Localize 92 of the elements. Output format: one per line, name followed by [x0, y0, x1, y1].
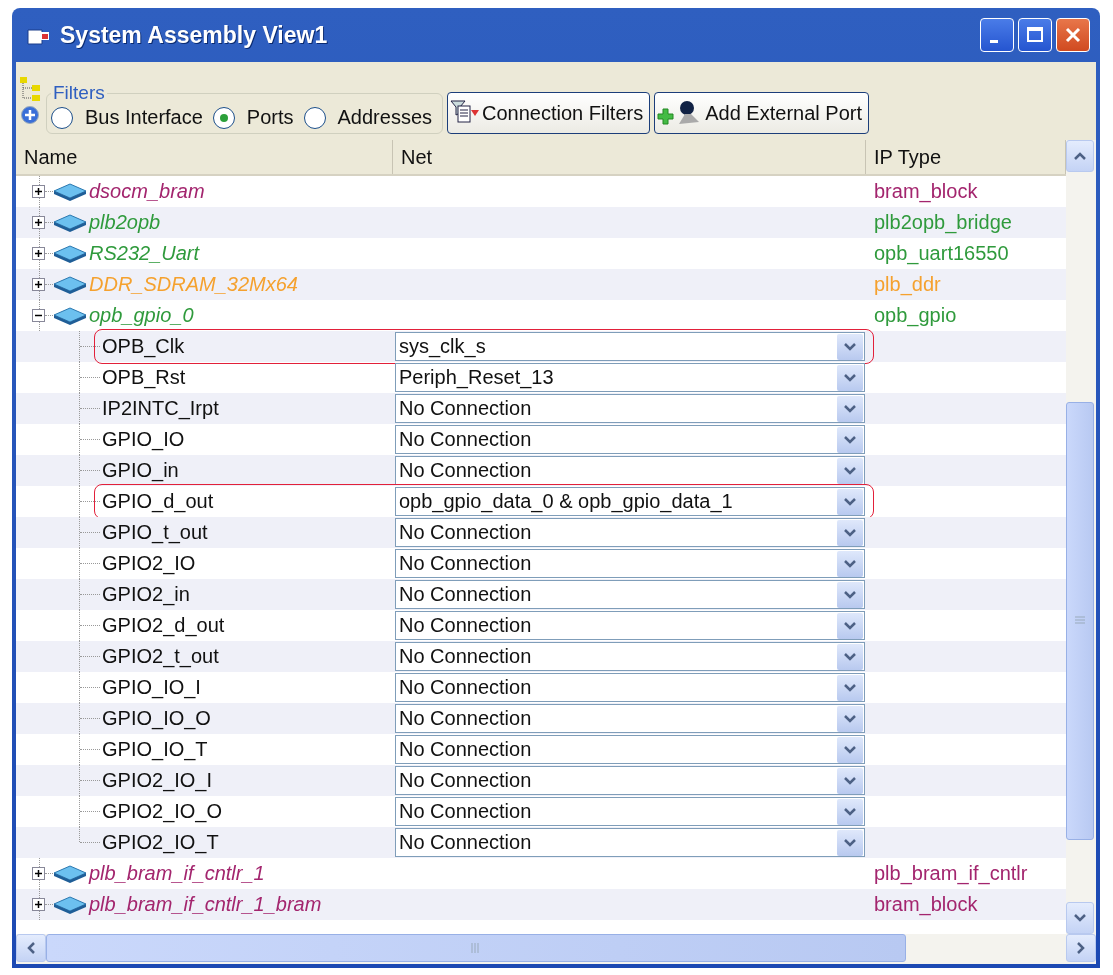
instance-name[interactable]: dsocm_bram	[89, 180, 205, 203]
net-dropdown[interactable]: No Connection	[395, 828, 865, 857]
port-name[interactable]: GPIO_IO	[102, 428, 185, 451]
filters-label: Filters	[52, 82, 106, 104]
expand-icon[interactable]	[32, 185, 45, 198]
scroll-down-button[interactable]	[1066, 902, 1094, 934]
net-dropdown[interactable]: No Connection	[395, 518, 865, 547]
window-title: System Assembly View1	[60, 21, 328, 49]
scroll-thumb[interactable]	[1066, 402, 1094, 840]
scroll-left-button[interactable]	[16, 934, 46, 962]
minimize-icon	[990, 40, 998, 43]
net-dropdown[interactable]: Periph_Reset_13	[395, 363, 865, 392]
net-dropdown[interactable]: No Connection	[395, 611, 865, 640]
maximize-button[interactable]	[1018, 18, 1052, 52]
collapse-icon[interactable]	[32, 309, 45, 322]
instance-name[interactable]: plb_bram_if_cntlr_1_bram	[89, 893, 322, 916]
port-name[interactable]: GPIO2_IO_T	[102, 831, 219, 854]
instance-name[interactable]: opb_gpio_0	[89, 304, 194, 327]
net-dropdown[interactable]: No Connection	[395, 735, 865, 764]
chip-icon	[53, 274, 87, 295]
close-icon	[1063, 25, 1083, 45]
radio-button[interactable]	[303, 106, 326, 129]
ip-type: plb_bram_if_cntlr	[873, 862, 1028, 885]
net-dropdown[interactable]: sys_clk_s	[395, 332, 865, 361]
instance-name[interactable]: plb_bram_if_cntlr_1	[89, 862, 265, 885]
port-name[interactable]: GPIO2_d_out	[102, 614, 225, 637]
chevron-left-icon	[26, 941, 36, 955]
radio-button[interactable]	[51, 106, 73, 129]
add-icon[interactable]	[20, 105, 40, 125]
instance-name[interactable]: RS232_Uart	[89, 242, 200, 265]
radio-option[interactable]: Ports	[212, 106, 294, 129]
port-name[interactable]: GPIO_t_out	[102, 521, 208, 544]
port-name[interactable]: OPB_Rst	[102, 366, 186, 389]
port-name[interactable]: GPIO_IO_O	[102, 707, 211, 730]
chevron-up-icon	[1073, 151, 1087, 161]
port-name[interactable]: IP2INTC_Irpt	[102, 397, 219, 420]
chip-icon	[53, 863, 87, 884]
expand-icon[interactable]	[32, 867, 45, 880]
scroll-thumb[interactable]	[46, 934, 906, 962]
connection-filters-button[interactable]: Connection Filters	[447, 92, 651, 134]
chevron-right-icon	[1076, 941, 1086, 955]
minimize-button[interactable]	[980, 18, 1014, 52]
expand-icon[interactable]	[32, 216, 45, 229]
column-header[interactable]: Net	[393, 140, 866, 174]
add-port-button[interactable]: Add External Port	[654, 92, 869, 134]
net-dropdown[interactable]: No Connection	[395, 580, 865, 609]
net-dropdown[interactable]: No Connection	[395, 456, 865, 485]
maximize-icon	[1025, 25, 1045, 45]
vertical-scrollbar[interactable]	[1066, 140, 1096, 934]
ip-type: opb_uart16550	[873, 242, 1009, 265]
ip-type: bram_block	[873, 893, 978, 916]
port-name[interactable]: GPIO_in	[102, 459, 179, 482]
filter-icon	[450, 100, 481, 126]
expand-icon[interactable]	[32, 898, 45, 911]
port-name[interactable]: GPIO2_IO_O	[102, 800, 223, 823]
port-name[interactable]: GPIO2_IO_I	[102, 769, 213, 792]
net-dropdown[interactable]: No Connection	[395, 704, 865, 733]
ip-type: bram_block	[873, 180, 978, 203]
radio-option[interactable]: Addresses	[303, 106, 433, 129]
scroll-right-button[interactable]	[1066, 934, 1096, 962]
expand-icon[interactable]	[32, 247, 45, 260]
port-name[interactable]: GPIO_d_out	[102, 490, 214, 513]
port-name[interactable]: GPIO2_t_out	[102, 645, 219, 668]
column-header[interactable]: Name	[16, 140, 393, 174]
chip-icon	[53, 181, 87, 202]
net-dropdown[interactable]: No Connection	[395, 549, 865, 578]
net-dropdown[interactable]: opb_gpio_data_0 & opb_gpio_data_1	[395, 487, 865, 516]
close-button[interactable]	[1056, 18, 1090, 52]
net-dropdown[interactable]: No Connection	[395, 642, 865, 671]
port-name[interactable]: GPIO2_in	[102, 583, 190, 606]
radio-button[interactable]	[212, 106, 235, 129]
horizontal-scrollbar[interactable]	[16, 934, 1096, 964]
chevron-down-icon	[1073, 913, 1087, 923]
port-name[interactable]: GPIO_IO_I	[102, 676, 201, 699]
net-dropdown[interactable]: No Connection	[395, 766, 865, 795]
port-name[interactable]: GPIO_IO_T	[102, 738, 208, 761]
net-dropdown[interactable]: No Connection	[395, 673, 865, 702]
chip-icon	[53, 212, 87, 233]
ip-type: plb2opb_bridge	[873, 211, 1012, 234]
port-name[interactable]: OPB_Clk	[102, 335, 185, 358]
ip-type: plb_ddr	[873, 273, 941, 296]
scroll-up-button[interactable]	[1066, 140, 1094, 172]
net-dropdown[interactable]: No Connection	[395, 797, 865, 826]
chip-icon	[53, 894, 87, 915]
port-name[interactable]: GPIO2_IO	[102, 552, 196, 575]
ip-type: opb_gpio	[873, 304, 957, 327]
chip-icon	[53, 305, 87, 326]
chip-icon	[53, 243, 87, 264]
expand-icon[interactable]	[32, 278, 45, 291]
net-dropdown[interactable]: No Connection	[395, 394, 865, 423]
net-dropdown[interactable]: No Connection	[395, 425, 865, 454]
radio-option[interactable]: Bus Interface	[51, 106, 203, 129]
